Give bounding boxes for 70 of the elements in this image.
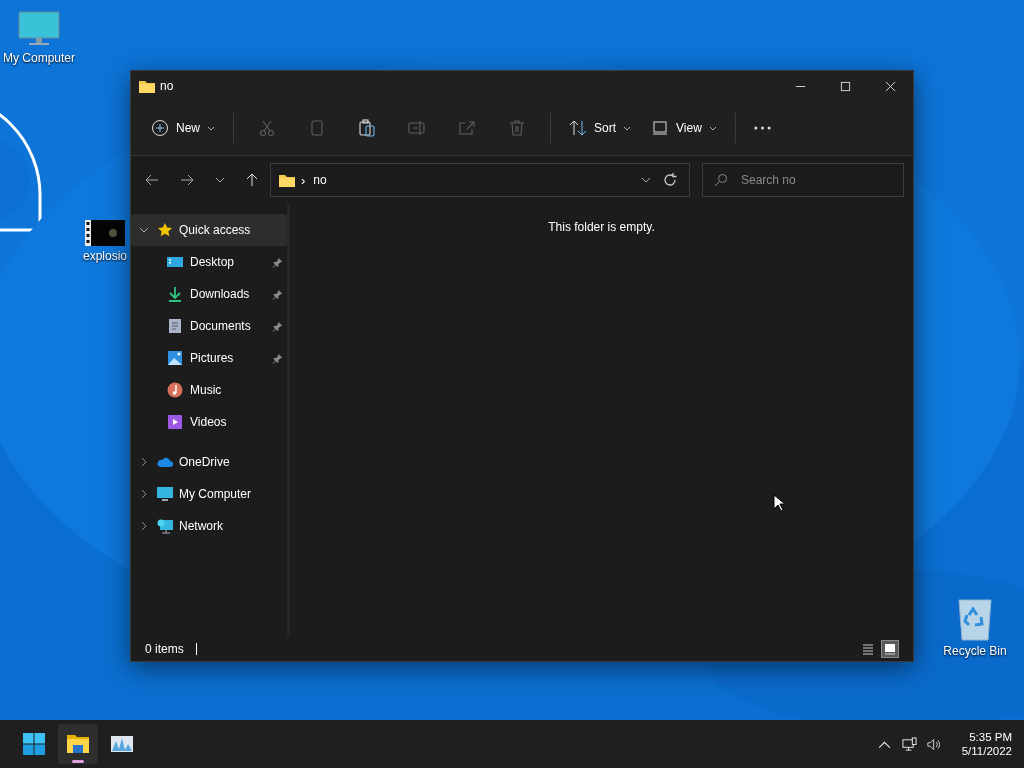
music-icon bbox=[167, 382, 183, 398]
monitor-icon bbox=[157, 486, 173, 502]
sidebar-item[interactable]: Downloads bbox=[131, 278, 287, 310]
up-icon[interactable] bbox=[245, 173, 259, 187]
caret-icon bbox=[207, 124, 215, 132]
sidebar-item[interactable]: Network bbox=[131, 510, 287, 542]
empty-folder-message: This folder is empty. bbox=[548, 220, 655, 235]
mouse-cursor-icon bbox=[773, 494, 785, 512]
dropdown-chevron-icon[interactable] bbox=[641, 175, 651, 185]
video-thumbnail-icon bbox=[85, 220, 125, 246]
sidebar-item[interactable]: Music bbox=[131, 374, 287, 406]
sort-button[interactable]: Sort bbox=[561, 111, 640, 145]
collapse-chevron-icon[interactable] bbox=[139, 225, 149, 235]
expand-chevron-icon[interactable] bbox=[139, 521, 149, 531]
item-count: 0 items bbox=[145, 642, 184, 656]
pin-icon[interactable] bbox=[272, 256, 283, 268]
address-bar[interactable]: › no bbox=[270, 163, 690, 197]
sidebar-item[interactable]: Pictures bbox=[131, 342, 287, 374]
sidebar-item[interactable]: Quick access bbox=[131, 214, 287, 246]
clock-time[interactable]: 5:35 PM bbox=[969, 731, 1012, 743]
sort-arrows-icon bbox=[569, 119, 587, 137]
back-icon[interactable] bbox=[145, 173, 159, 187]
sidebar-item[interactable]: My Computer bbox=[131, 478, 287, 510]
desktop-icon-label[interactable]: explosio bbox=[83, 249, 127, 263]
refresh-icon[interactable] bbox=[663, 173, 677, 187]
plus-icon bbox=[151, 119, 169, 137]
new-button[interactable]: New bbox=[143, 111, 223, 145]
pin-icon[interactable] bbox=[272, 288, 283, 300]
start-icon[interactable] bbox=[22, 732, 46, 756]
folder-icon bbox=[139, 79, 155, 93]
caret-icon bbox=[708, 124, 717, 132]
window-title: no bbox=[160, 79, 174, 93]
desktop-icon-label[interactable]: Recycle Bin bbox=[943, 644, 1007, 658]
star-icon bbox=[157, 222, 173, 238]
volume-icon[interactable] bbox=[926, 736, 942, 752]
sidebar-item[interactable]: Desktop bbox=[131, 246, 287, 278]
recycle-bin-icon bbox=[956, 597, 994, 641]
forward-icon[interactable] bbox=[180, 173, 194, 187]
expand-chevron-icon[interactable] bbox=[139, 489, 149, 499]
download-icon bbox=[167, 286, 183, 302]
tiles-view-button[interactable] bbox=[881, 640, 899, 658]
recent-chevron-icon[interactable] bbox=[215, 175, 225, 185]
monitor-icon bbox=[17, 10, 61, 48]
folder-icon[interactable] bbox=[66, 732, 90, 756]
network-icon bbox=[157, 518, 173, 534]
document-icon bbox=[167, 318, 183, 334]
pin-icon[interactable] bbox=[272, 352, 283, 364]
laptop-icon bbox=[651, 119, 670, 137]
paste-icon[interactable] bbox=[358, 119, 376, 137]
pictures-icon bbox=[167, 350, 183, 366]
search-field[interactable]: Search no bbox=[702, 163, 904, 197]
videos-icon bbox=[167, 414, 183, 430]
caret-icon bbox=[623, 124, 632, 132]
search-icon bbox=[714, 173, 728, 187]
expand-chevron-icon[interactable] bbox=[139, 457, 149, 467]
more-icon[interactable] bbox=[753, 126, 771, 130]
network-icon[interactable] bbox=[901, 736, 917, 752]
view-button[interactable]: View bbox=[643, 111, 725, 145]
sidebar-item[interactable]: Documents bbox=[131, 310, 287, 342]
breadcrumb-item[interactable]: no bbox=[313, 173, 327, 187]
clock-date[interactable]: 5/11/2022 bbox=[961, 745, 1012, 757]
breadcrumb-separator: › bbox=[301, 172, 306, 188]
sidebar-item[interactable]: Videos bbox=[131, 406, 287, 438]
desktop-icon-label[interactable]: My Computer bbox=[3, 51, 75, 65]
sidebar-item[interactable]: OneDrive bbox=[131, 446, 287, 478]
folder-icon bbox=[279, 173, 295, 187]
list-lines-icon bbox=[862, 643, 874, 655]
pin-icon[interactable] bbox=[272, 320, 283, 332]
tile-icon bbox=[884, 643, 896, 655]
desktop-icon bbox=[167, 254, 183, 270]
